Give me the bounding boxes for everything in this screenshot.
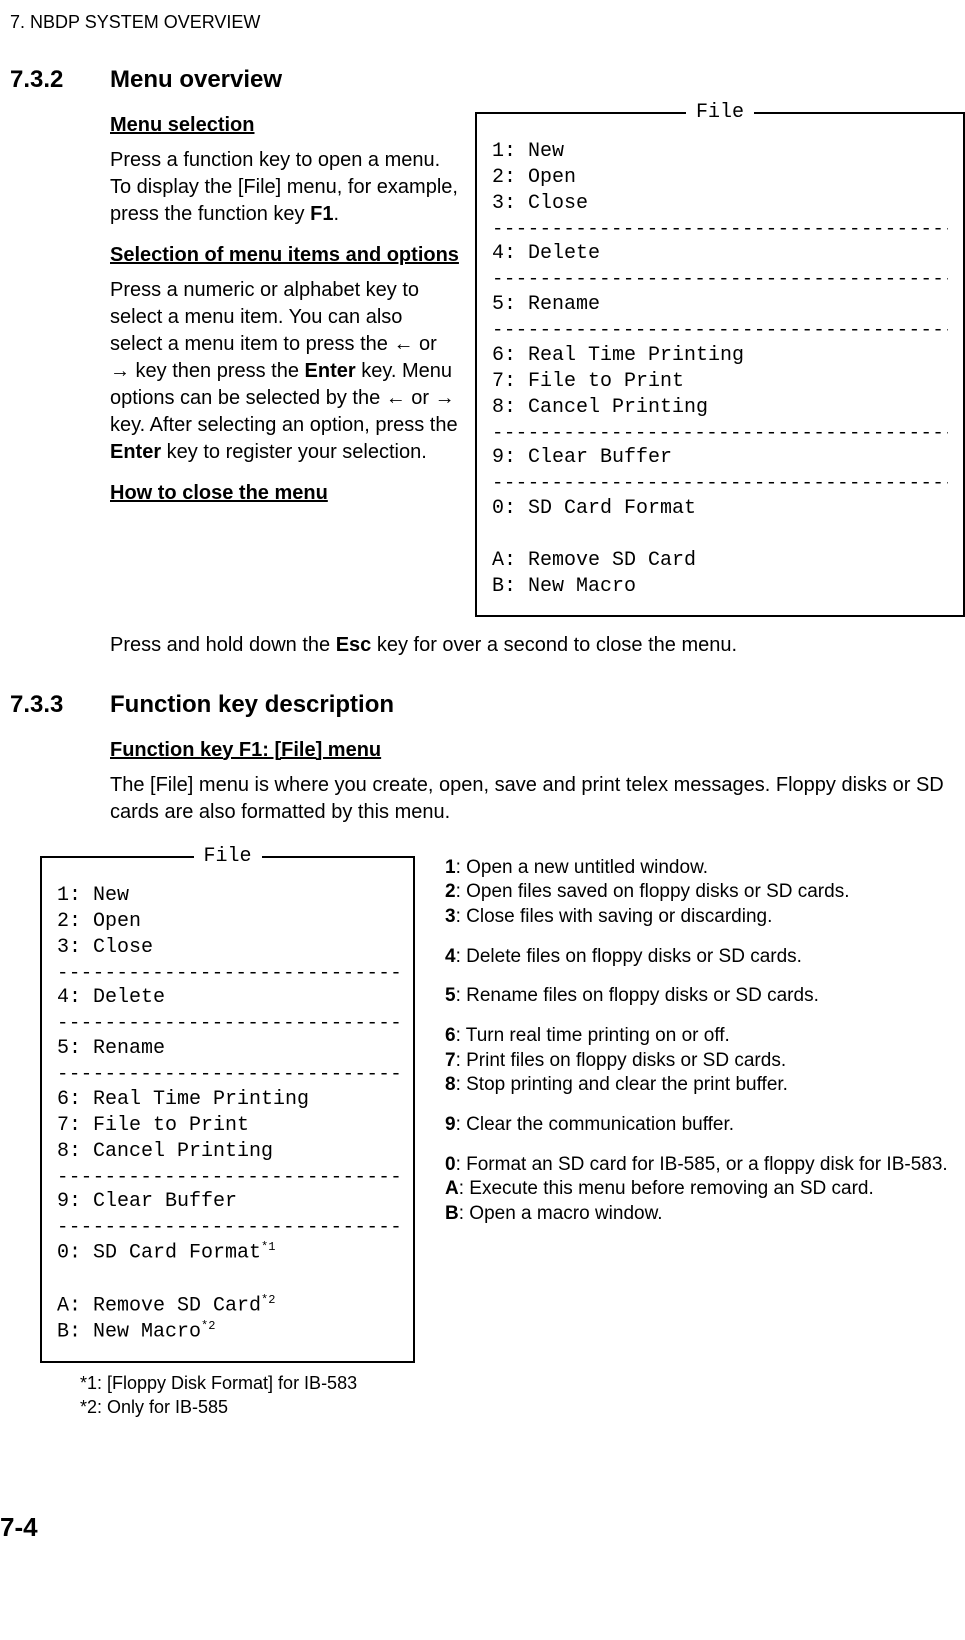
file-menu-title: File bbox=[193, 844, 261, 870]
menu-divider: ----------------------------------------… bbox=[57, 1062, 403, 1087]
menu-item-new: 1: New bbox=[57, 883, 403, 909]
para-f1-file: The [File] menu is where you create, ope… bbox=[110, 772, 965, 826]
section-title-menu-overview: Menu overview bbox=[110, 64, 965, 96]
page-header: 7. NBDP SYSTEM OVERVIEW bbox=[10, 10, 965, 34]
menu-item-rename: 5: Rename bbox=[57, 1036, 403, 1062]
menu-item-new-macro: B: New Macro bbox=[492, 574, 948, 600]
menu-divider: ----------------------------------------… bbox=[492, 267, 948, 292]
footnote-1: *1: [Floppy Disk Format] for IB-583 bbox=[80, 1371, 425, 1395]
menu-item-new: 1: New bbox=[492, 139, 948, 165]
file-menu-box-top: File 1: New 2: Open 3: Close -----------… bbox=[475, 112, 965, 617]
menu-item-cancel-print: 8: Cancel Printing bbox=[492, 395, 948, 421]
sub-heading-f1-file: Function key F1: [File] menu bbox=[110, 737, 965, 764]
menu-item-close: 3: Close bbox=[57, 935, 403, 961]
menu-divider: ----------------------------------------… bbox=[492, 471, 948, 496]
menu-item-open: 2: Open bbox=[57, 909, 403, 935]
menu-divider: ----------------------------------------… bbox=[57, 961, 403, 986]
menu-item-sd-format: 0: SD Card Format*1 bbox=[57, 1240, 403, 1267]
section-number: 7.3.3 bbox=[10, 689, 100, 721]
menu-item-remove-sd: A: Remove SD Card*2 bbox=[57, 1293, 403, 1320]
menu-item-remove-sd: A: Remove SD Card bbox=[492, 548, 948, 574]
menu-divider: ----------------------------------------… bbox=[57, 1165, 403, 1190]
menu-item-ftp: 7: File to Print bbox=[57, 1113, 403, 1139]
file-menu-descriptions: 1: Open a new untitled window. 2: Open f… bbox=[425, 856, 965, 1420]
menu-item-delete: 4: Delete bbox=[57, 985, 403, 1011]
section-number: 7.3.2 bbox=[10, 64, 100, 96]
menu-item-clear-buffer: 9: Clear Buffer bbox=[57, 1189, 403, 1215]
file-menu-box-bottom: File 1: New 2: Open 3: Close -----------… bbox=[40, 856, 415, 1363]
footnote-2: *2: Only for IB-585 bbox=[80, 1395, 425, 1419]
menu-item-close: 3: Close bbox=[492, 191, 948, 217]
section-title-fnkey: Function key description bbox=[110, 689, 965, 721]
menu-divider: ----------------------------------------… bbox=[492, 421, 948, 446]
menu-item-rtp: 6: Real Time Printing bbox=[492, 343, 948, 369]
menu-item-ftp: 7: File to Print bbox=[492, 369, 948, 395]
menu-item-new-macro: B: New Macro*2 bbox=[57, 1319, 403, 1346]
menu-item-open: 2: Open bbox=[492, 165, 948, 191]
para-close-menu: Press and hold down the Esc key for over… bbox=[110, 632, 965, 659]
menu-divider: ----------------------------------------… bbox=[492, 318, 948, 343]
menu-item-cancel-print: 8: Cancel Printing bbox=[57, 1139, 403, 1165]
menu-item-rtp: 6: Real Time Printing bbox=[57, 1087, 403, 1113]
menu-item-sd-format: 0: SD Card Format bbox=[492, 496, 948, 522]
menu-item-clear-buffer: 9: Clear Buffer bbox=[492, 445, 948, 471]
page-number: 7-4 bbox=[0, 1510, 965, 1545]
menu-divider: ----------------------------------------… bbox=[57, 1011, 403, 1036]
menu-divider: ----------------------------------------… bbox=[57, 1215, 403, 1240]
menu-divider: ----------------------------------------… bbox=[492, 217, 948, 242]
menu-item-delete: 4: Delete bbox=[492, 241, 948, 267]
menu-item-rename: 5: Rename bbox=[492, 292, 948, 318]
file-menu-title: File bbox=[686, 100, 754, 126]
